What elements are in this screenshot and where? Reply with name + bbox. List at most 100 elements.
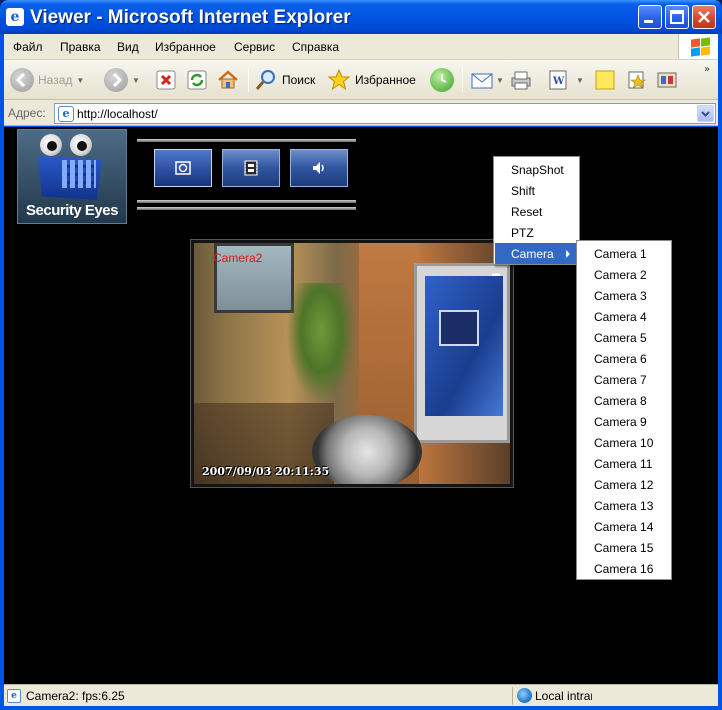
video-timestamp: 2007/09/03 20:11:35	[202, 465, 330, 478]
camera-video-feed[interactable]: Camera2 2007/09/03 20:11:35 ▬	[194, 243, 510, 484]
context-menu: SnapShot Shift Reset PTZ Camera	[493, 156, 580, 265]
submenu-item-camera-13[interactable]: Camera 13	[578, 495, 670, 516]
submenu-item-camera-3[interactable]: Camera 3	[578, 285, 670, 306]
page-status-icon: e	[7, 689, 21, 703]
ie-icon: e	[6, 8, 24, 26]
toolbar: Назад ▼ ▼ Поиск Избранное ▼ W ▼ »	[4, 60, 718, 100]
menu-file[interactable]: Файл	[13, 40, 43, 54]
menu-edit[interactable]: Правка	[60, 40, 101, 54]
star-icon	[327, 68, 351, 91]
address-dropdown-button[interactable]	[697, 105, 714, 122]
refresh-button[interactable]	[186, 66, 208, 94]
history-icon	[430, 68, 454, 92]
close-button[interactable]	[692, 5, 716, 29]
search-button[interactable]: Поиск	[254, 66, 315, 94]
search-label: Поиск	[282, 73, 316, 87]
camera-overlay-label: Camera2	[213, 251, 263, 265]
chevron-down-icon[interactable]: ▼	[496, 76, 504, 85]
title-bar[interactable]: e Viewer - Microsoft Internet Explorer	[0, 0, 722, 34]
control-bar	[137, 139, 356, 213]
toolbar-overflow-icon[interactable]: »	[704, 64, 710, 75]
submenu-item-camera-12[interactable]: Camera 12	[578, 474, 670, 495]
security-zone[interactable]: Local intranet	[512, 687, 592, 705]
favorites-button[interactable]: Избранное	[327, 66, 416, 94]
film-button[interactable]	[222, 149, 280, 187]
discuss-button[interactable]	[594, 66, 616, 94]
printer-icon	[511, 71, 531, 90]
submenu-item-camera-10[interactable]: Camera 10	[578, 432, 670, 453]
submenu-item-camera-2[interactable]: Camera 2	[578, 264, 670, 285]
minimize-icon	[644, 20, 653, 23]
forward-arrow-icon	[104, 68, 128, 92]
submenu-item-camera-15[interactable]: Camera 15	[578, 537, 670, 558]
submenu-item-camera-9[interactable]: Camera 9	[578, 411, 670, 432]
menu-help[interactable]: Справка	[292, 40, 339, 54]
submenu-item-camera-16[interactable]: Camera 16	[578, 558, 670, 579]
submenu-item-camera-14[interactable]: Camera 14	[578, 516, 670, 537]
stop-icon	[156, 70, 176, 90]
svg-text:W: W	[552, 76, 565, 87]
submenu-item-camera-4[interactable]: Camera 4	[578, 306, 670, 327]
mail-button[interactable]: ▼	[470, 66, 504, 94]
back-button[interactable]: Назад ▼	[10, 66, 84, 94]
menu-item-ptz[interactable]: PTZ	[495, 222, 578, 243]
chevron-down-icon[interactable]: ▼	[132, 76, 140, 85]
submenu-item-camera-8[interactable]: Camera 8	[578, 390, 670, 411]
submenu-item-camera-6[interactable]: Camera 6	[578, 348, 670, 369]
camera-icon	[175, 161, 191, 175]
home-button[interactable]	[216, 66, 240, 94]
camera-submenu: Camera 1 Camera 2 Camera 3 Camera 4 Came…	[576, 240, 672, 580]
maximize-icon	[670, 10, 684, 24]
favorites-label: Избранное	[355, 73, 416, 87]
messenger-button[interactable]	[626, 66, 648, 94]
edit-word-button[interactable]: W ▼	[546, 66, 584, 94]
address-input[interactable]: e http://localhost/	[54, 103, 716, 124]
home-icon	[218, 70, 238, 89]
globe-icon	[517, 688, 532, 703]
refresh-icon	[187, 70, 207, 90]
address-label: Адрес:	[8, 106, 46, 120]
menu-tools[interactable]: Сервис	[234, 40, 275, 54]
note-icon	[595, 70, 615, 90]
submenu-item-camera-11[interactable]: Camera 11	[578, 453, 670, 474]
camera-view-button[interactable]	[154, 149, 212, 187]
research-icon	[657, 72, 677, 88]
menu-item-camera[interactable]: Camera	[495, 243, 578, 264]
stop-button[interactable]	[155, 66, 177, 94]
mail-icon	[471, 73, 493, 89]
chevron-right-icon	[566, 250, 570, 258]
research-button[interactable]	[656, 66, 680, 94]
zone-text: Local intranet	[535, 689, 592, 703]
window-title: Viewer - Microsoft Internet Explorer	[30, 7, 351, 28]
menu-view[interactable]: Вид	[117, 40, 139, 54]
menu-favorites[interactable]: Избранное	[155, 40, 216, 54]
messenger-icon	[628, 71, 646, 89]
eye-icon	[70, 134, 92, 156]
eye-icon	[40, 134, 62, 156]
maximize-button[interactable]	[665, 5, 689, 29]
page-icon: e	[58, 106, 74, 122]
submenu-item-camera-1[interactable]: Camera 1	[578, 243, 670, 264]
menu-item-snapshot[interactable]: SnapShot	[495, 159, 578, 180]
history-button[interactable]	[430, 66, 454, 94]
monitor-badge-icon: ▬	[492, 269, 500, 278]
status-text: Camera2: fps:6.25	[26, 689, 125, 703]
menu-bar: Файл Правка Вид Избранное Сервис Справка	[4, 34, 718, 60]
search-icon	[255, 70, 275, 90]
word-icon: W	[549, 70, 567, 90]
film-icon	[244, 160, 258, 176]
submenu-item-camera-5[interactable]: Camera 5	[578, 327, 670, 348]
submenu-item-camera-7[interactable]: Camera 7	[578, 369, 670, 390]
minimize-button[interactable]	[638, 5, 662, 29]
menu-item-reset[interactable]: Reset	[495, 201, 578, 222]
chevron-down-icon[interactable]: ▼	[76, 76, 84, 85]
menu-item-shift[interactable]: Shift	[495, 180, 578, 201]
print-button[interactable]	[509, 66, 533, 94]
browser-window: e Viewer - Microsoft Internet Explorer Ф…	[0, 0, 722, 710]
address-bar: Адрес: e http://localhost/	[4, 100, 718, 126]
audio-button[interactable]	[290, 149, 348, 187]
windows-logo-icon	[678, 34, 718, 59]
forward-button[interactable]: ▼	[104, 66, 140, 94]
chevron-down-icon[interactable]: ▼	[576, 76, 584, 85]
close-icon	[698, 11, 710, 23]
